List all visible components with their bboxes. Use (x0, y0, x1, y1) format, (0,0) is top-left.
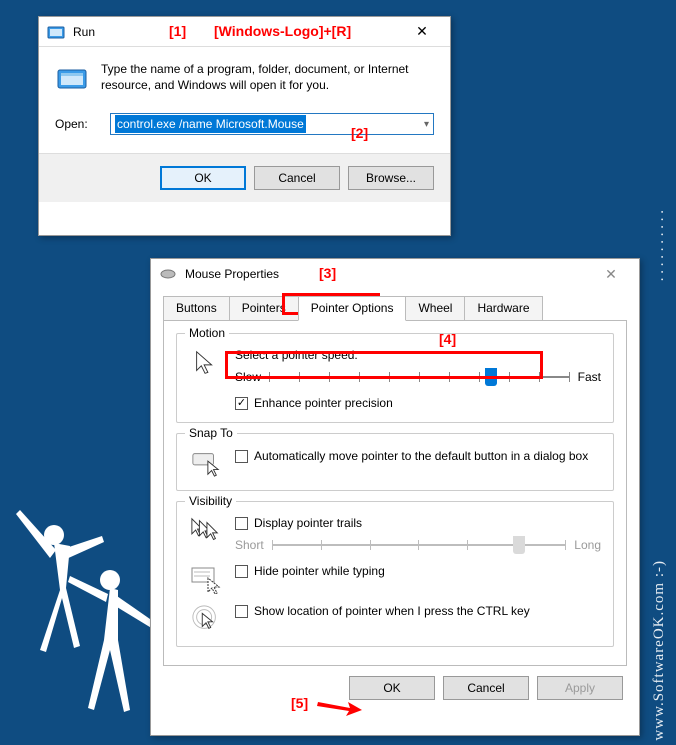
tab-wheel[interactable]: Wheel (405, 296, 465, 321)
run-prompt-text: Type the name of a program, folder, docu… (101, 61, 434, 95)
trails-icon (189, 516, 223, 546)
run-icon (47, 23, 65, 41)
snap-to-checkbox[interactable]: Automatically move pointer to the defaul… (235, 448, 601, 464)
open-combobox[interactable]: control.exe /name Microsoft.Mouse ▾ (110, 113, 434, 135)
cursor-icon (189, 348, 223, 378)
short-label: Short (235, 538, 264, 552)
mouse-properties-dialog: Mouse Properties ✕ Buttons Pointers Poin… (150, 258, 640, 736)
chevron-down-icon[interactable]: ▾ (424, 119, 429, 130)
annot-3: [3] (319, 265, 336, 281)
cancel-button[interactable]: Cancel (443, 676, 529, 700)
tab-hardware[interactable]: Hardware (464, 296, 542, 321)
mp-titlebar: Mouse Properties ✕ (151, 259, 639, 289)
ctrl-locate-label: Show location of pointer when I press th… (254, 604, 530, 618)
close-icon[interactable]: ✕ (591, 261, 631, 287)
run-dialog: Run ✕ Type the name of a program, folder… (38, 16, 451, 236)
open-value: control.exe /name Microsoft.Mouse (115, 115, 306, 133)
group-visibility: Visibility Display pointer trails Short (176, 501, 614, 647)
legend-visibility: Visibility (185, 494, 236, 508)
open-label: Open: (55, 117, 100, 131)
annot-2: [2] (351, 125, 368, 141)
watermark-dots: . . . . . . . . . . (651, 210, 668, 281)
tab-buttons[interactable]: Buttons (163, 296, 230, 321)
ok-button[interactable]: OK (160, 166, 246, 190)
close-icon[interactable]: ✕ (402, 19, 442, 45)
snap-to-label: Automatically move pointer to the defaul… (254, 448, 588, 464)
legend-snap: Snap To (185, 426, 237, 440)
hide-typing-label: Hide pointer while typing (254, 564, 385, 578)
tab-strip: Buttons Pointers Pointer Options Wheel H… (163, 295, 627, 321)
cancel-button[interactable]: Cancel (254, 166, 340, 190)
redbox-slider (225, 351, 543, 379)
browse-button[interactable]: Browse... (348, 166, 434, 190)
fast-label: Fast (578, 370, 601, 384)
snap-icon (189, 448, 223, 478)
decor-silhouette (10, 480, 170, 740)
apply-button[interactable]: Apply (537, 676, 623, 700)
annot-5: [5] (291, 695, 308, 711)
annot-1-text: [Windows-Logo]+[R] (214, 23, 351, 39)
hide-typing-icon (189, 564, 223, 594)
trails-slider (272, 536, 567, 554)
run-prompt-icon (55, 61, 89, 95)
group-snap-to: Snap To Automatically move pointer to th… (176, 433, 614, 491)
tab-pointer-options[interactable]: Pointer Options (298, 296, 407, 321)
annot-4: [4] (439, 331, 456, 347)
ctrl-locate-icon (189, 604, 223, 634)
enhance-precision-checkbox[interactable]: ✓ Enhance pointer precision (235, 396, 601, 410)
pointer-trails-checkbox[interactable]: Display pointer trails (235, 516, 601, 530)
pointer-trails-label: Display pointer trails (254, 516, 362, 530)
legend-motion: Motion (185, 326, 229, 340)
annot-1: [1] (169, 23, 186, 39)
watermark: www.SoftwareOK.com :-) (651, 560, 668, 741)
ok-button[interactable]: OK (349, 676, 435, 700)
long-label: Long (574, 538, 601, 552)
red-arrow-icon (316, 698, 364, 716)
ctrl-locate-checkbox[interactable]: Show location of pointer when I press th… (235, 604, 601, 618)
mp-title: Mouse Properties (185, 267, 591, 281)
enhance-precision-label: Enhance pointer precision (254, 396, 393, 410)
mouse-icon (159, 265, 177, 283)
hide-typing-checkbox[interactable]: Hide pointer while typing (235, 564, 601, 578)
